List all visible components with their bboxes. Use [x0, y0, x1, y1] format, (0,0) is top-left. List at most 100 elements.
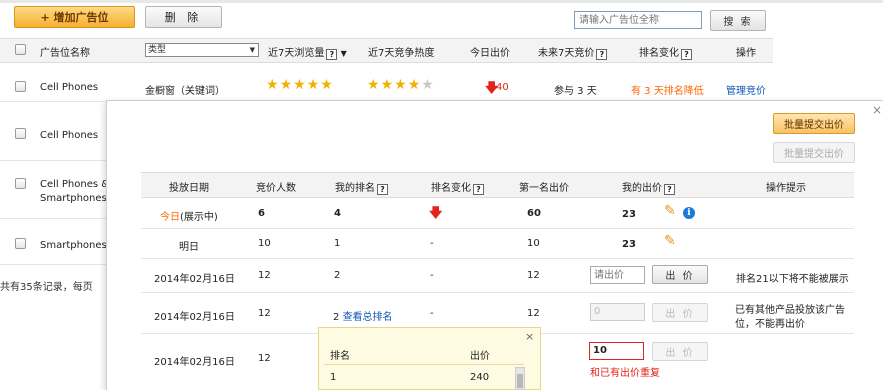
popup-scrollbar[interactable]	[515, 367, 525, 390]
row-bidders: 6	[258, 208, 265, 219]
header-date: 投放日期	[169, 183, 209, 194]
row-my-rank: 2	[334, 270, 341, 281]
star-icon: ★	[367, 77, 381, 93]
header-heat: 近7天竞争热度	[368, 48, 435, 59]
help-icon[interactable]: ?	[473, 184, 484, 195]
header-views[interactable]: 近7天浏览量? ▼	[268, 44, 347, 60]
header-future7: 未来7天竞价?	[538, 44, 608, 60]
star-icon: ★	[266, 77, 280, 93]
popup-header-rank: 排名	[330, 351, 350, 362]
row-future7: 参与 3 天	[554, 86, 597, 97]
pagination-summary: 共有35条记录，每页	[0, 282, 93, 293]
star-icon: ★	[293, 77, 307, 93]
star-icon: ★	[279, 77, 294, 93]
type-select[interactable]: 类型 ▼	[145, 43, 259, 57]
star-empty-icon: ★	[421, 77, 435, 93]
row-divider	[0, 264, 106, 265]
scrollbar-thumb[interactable]	[517, 374, 523, 388]
popup-bid: 240	[470, 372, 490, 383]
row-top-bid: 12	[527, 270, 540, 281]
bid-button-disabled: 出 价	[652, 303, 708, 322]
row-bidders: 12	[258, 353, 271, 364]
select-all-checkbox[interactable]	[15, 44, 26, 55]
close-icon[interactable]: ×	[525, 330, 534, 343]
sort-down-icon[interactable]: ▼	[341, 49, 347, 58]
row-date: 今日(展示中)	[160, 212, 218, 223]
header-rank-change: 排名变化?	[639, 44, 692, 60]
popup-header-bid: 出价	[470, 351, 490, 362]
header-my-rank: 我的排名?	[335, 179, 388, 195]
star-icon: ★	[306, 77, 321, 93]
bid-table-header	[141, 172, 854, 198]
batch-submit-button-disabled: 批量提交出价	[773, 142, 855, 163]
row-rank-change: -	[430, 308, 434, 319]
row-today-bid: 40	[496, 82, 509, 93]
row-name-line2: Smartphones	[40, 193, 107, 204]
close-icon[interactable]: ×	[872, 103, 882, 117]
row-date: 2014年02月16日	[154, 312, 235, 323]
row-tip: 排名21以下将不能被展示	[736, 274, 849, 285]
row-checkbox[interactable]	[15, 128, 26, 139]
chevron-down-icon: ▼	[249, 46, 255, 54]
star-icon: ★	[380, 77, 395, 93]
header-my-bid: 我的出价?	[622, 179, 675, 195]
type-select-value: 类型	[148, 45, 167, 55]
row-checkbox[interactable]	[15, 178, 26, 189]
row-tip-line2: 位，不能再出价	[735, 319, 805, 330]
row-divider	[0, 218, 106, 219]
row-date: 2014年02月16日	[154, 357, 235, 368]
row-rank-change: -	[430, 270, 434, 281]
row-divider	[0, 160, 106, 161]
star-icon: ★	[394, 77, 408, 93]
help-icon[interactable]: ?	[377, 184, 388, 195]
rank-popup	[318, 327, 541, 390]
row-date: 2014年02月16日	[154, 274, 235, 285]
row-bidders: 12	[258, 308, 271, 319]
row-my-rank: 4	[334, 208, 341, 219]
row-bidders: 12	[258, 270, 271, 281]
row-date: 明日	[179, 242, 199, 253]
bid-input[interactable]	[590, 266, 645, 284]
help-icon[interactable]: ?	[326, 49, 338, 60]
batch-submit-button[interactable]: 批量提交出价	[773, 113, 855, 134]
pencil-icon[interactable]: ✎	[664, 203, 676, 219]
row-my-rank: 1	[334, 238, 341, 249]
help-icon[interactable]: ?	[681, 49, 692, 60]
row-divider	[141, 292, 854, 293]
help-icon[interactable]: ?	[664, 184, 675, 195]
bid-input-error[interactable]: 10	[589, 342, 644, 360]
search-button[interactable]: 搜 索	[710, 10, 766, 31]
manage-bid-link[interactable]: 管理竞价	[726, 82, 766, 97]
bid-error-message: 和已有出价重复	[590, 368, 660, 379]
row-top-bid: 60	[527, 208, 541, 219]
header-rank-change: 排名变化?	[431, 179, 484, 195]
arrow-down-icon: 🡇	[429, 206, 443, 221]
row-type: 金橱窗（关键词）	[145, 86, 225, 97]
header-bidders: 竞价人数	[256, 183, 296, 194]
row-checkbox[interactable]	[15, 81, 26, 92]
bid-button[interactable]: 出 价	[652, 265, 708, 284]
row-checkbox[interactable]	[15, 238, 26, 249]
row-my-bid: 23	[622, 209, 636, 220]
header-top-bid: 第一名出价	[519, 183, 569, 194]
delete-button[interactable]: 删 除	[145, 6, 222, 28]
views-rating: ★★★★★	[266, 77, 334, 93]
row-name-line1: Cell Phones &	[40, 179, 110, 190]
row-name: Cell Phones	[40, 82, 99, 93]
row-my-rank: 2 查看总排名	[333, 312, 393, 323]
search-input[interactable]	[574, 11, 702, 29]
row-divider	[141, 228, 854, 229]
add-ad-slot-button[interactable]: + 增加广告位	[14, 6, 135, 28]
row-rank-change: 有 3 天排名降低	[631, 86, 704, 97]
star-icon: ★	[320, 77, 334, 93]
top-divider	[0, 0, 883, 3]
pencil-icon[interactable]: ✎	[664, 233, 676, 249]
row-name: Smartphones	[40, 240, 107, 251]
view-total-rank-link[interactable]: 查看总排名	[343, 312, 393, 323]
info-icon[interactable]: i	[683, 207, 695, 219]
row-tip-line1: 已有其他产品投放该广告	[735, 305, 845, 316]
row-my-bid: 23	[622, 239, 636, 250]
header-name: 广告位名称	[40, 48, 90, 59]
help-icon[interactable]: ?	[596, 49, 608, 60]
row-top-bid: 10	[527, 238, 540, 249]
